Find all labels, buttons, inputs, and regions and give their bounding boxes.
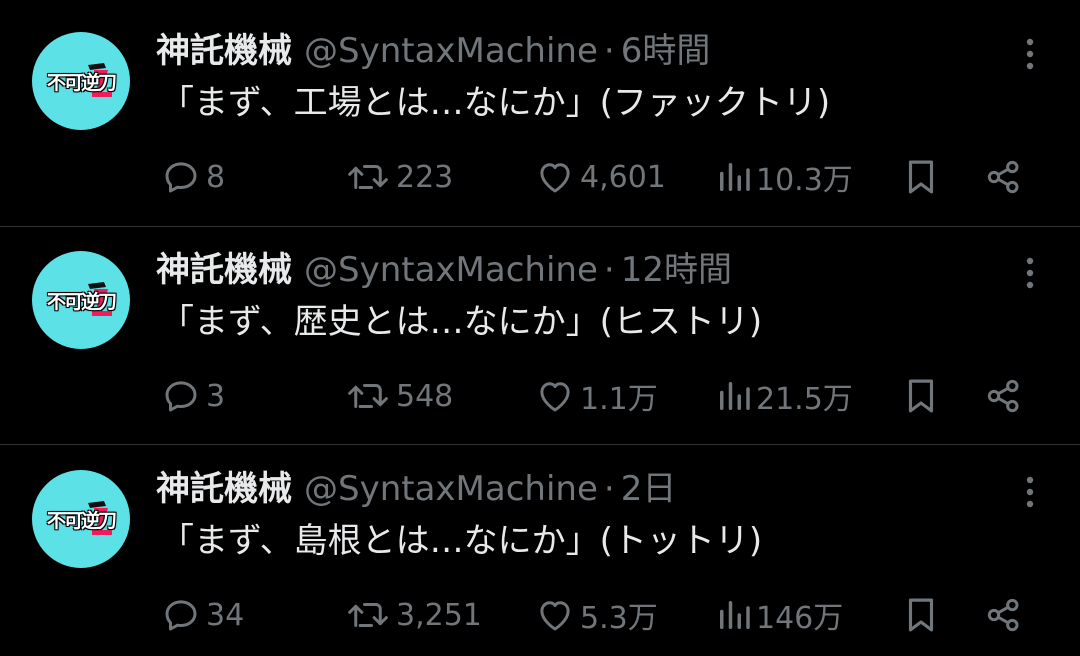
- retweet-arrows-icon: [348, 603, 388, 627]
- heart-icon: [540, 163, 570, 193]
- reply-count: 34: [206, 597, 245, 633]
- more-options-button[interactable]: [1014, 472, 1046, 512]
- reply-count: 8: [206, 159, 226, 195]
- tweet-actions: 3 548 1.1万 21.5万: [0, 369, 1080, 423]
- like-button[interactable]: 1.1万: [534, 369, 658, 423]
- retweet-count: 548: [396, 378, 454, 414]
- user-handle[interactable]: @SyntaxMachine: [304, 250, 598, 290]
- bar-chart-icon: [720, 382, 750, 410]
- like-button[interactable]: 5.3万: [534, 588, 658, 642]
- views-button[interactable]: 146万: [716, 588, 843, 642]
- more-options-button[interactable]: [1014, 34, 1046, 74]
- heart-icon: [540, 601, 570, 631]
- bookmark-button[interactable]: [902, 369, 940, 423]
- tweet-text: 「まず、工場とは…なにか」(ファックトリ): [160, 83, 831, 123]
- tweet[interactable]: 不可逆刀 神託機械 @SyntaxMachine · 2日 「まず、島根とは…なにか」…: [0, 438, 1080, 656]
- bookmark-icon: [908, 160, 934, 194]
- views-count: 10.3万: [756, 163, 853, 198]
- display-name[interactable]: 神託機械: [156, 250, 292, 290]
- retweet-count: 3,251: [396, 597, 482, 633]
- tweet-actions: 8 223 4,601 10.3万: [0, 150, 1080, 204]
- bar-chart-icon: [720, 601, 750, 629]
- vertical-ellipsis-icon: [1026, 257, 1034, 289]
- bookmark-button[interactable]: [902, 588, 940, 642]
- separator-dot: ·: [603, 250, 615, 290]
- like-count: 1.1万: [580, 382, 658, 417]
- share-button[interactable]: [984, 150, 1024, 204]
- tweet[interactable]: 不可逆刀 神託機械 @SyntaxMachine · 12時間 「まず、歴史とは…なに…: [0, 219, 1080, 437]
- bookmark-icon: [908, 598, 934, 632]
- reply-button[interactable]: 8: [160, 150, 225, 204]
- like-count: 5.3万: [580, 601, 658, 636]
- vertical-ellipsis-icon: [1026, 38, 1034, 70]
- tweet[interactable]: 不可逆刀 神託機械 @SyntaxMachine · 6時間 「まず、工場とは…なにか…: [0, 0, 1080, 218]
- tweet-feed: 不可逆刀 神託機械 @SyntaxMachine · 6時間 「まず、工場とは…なにか…: [0, 0, 1080, 652]
- views-count: 146万: [756, 601, 844, 636]
- retweet-button[interactable]: 548: [344, 369, 453, 423]
- avatar[interactable]: 不可逆刀: [32, 32, 130, 130]
- avatar[interactable]: 不可逆刀: [32, 470, 130, 568]
- share-button[interactable]: [984, 369, 1024, 423]
- like-button[interactable]: 4,601: [534, 150, 666, 204]
- share-button[interactable]: [984, 588, 1024, 642]
- like-count: 4,601: [580, 159, 666, 195]
- speech-bubble-icon: [165, 600, 197, 631]
- avatar-label: 不可逆刀: [46, 510, 117, 532]
- user-handle[interactable]: @SyntaxMachine: [304, 31, 598, 71]
- display-name[interactable]: 神託機械: [156, 31, 292, 71]
- share-icon: [987, 379, 1019, 413]
- views-button[interactable]: 21.5万: [716, 369, 853, 423]
- reply-button[interactable]: 34: [160, 588, 244, 642]
- display-name[interactable]: 神託機械: [156, 469, 292, 509]
- bar-chart-icon: [720, 163, 750, 191]
- bookmark-button[interactable]: [902, 150, 940, 204]
- timestamp[interactable]: 12時間: [621, 250, 732, 290]
- timestamp[interactable]: 2日: [621, 469, 677, 509]
- vertical-ellipsis-icon: [1026, 476, 1034, 508]
- views-count: 21.5万: [756, 382, 853, 417]
- speech-bubble-icon: [165, 381, 197, 412]
- tweet-header: 神託機械 @SyntaxMachine · 12時間: [156, 247, 732, 293]
- retweet-count: 223: [396, 159, 454, 195]
- separator-dot: ·: [603, 469, 615, 509]
- tweet-text: 「まず、歴史とは…なにか」(ヒストリ): [160, 302, 763, 342]
- more-options-button[interactable]: [1014, 253, 1046, 293]
- reply-button[interactable]: 3: [160, 369, 225, 423]
- retweet-button[interactable]: 223: [344, 150, 453, 204]
- heart-icon: [540, 382, 570, 412]
- share-icon: [987, 598, 1019, 632]
- user-handle[interactable]: @SyntaxMachine: [304, 469, 598, 509]
- separator-dot: ·: [603, 31, 615, 71]
- tweet-actions: 34 3,251 5.3万 146万: [0, 588, 1080, 642]
- speech-bubble-icon: [165, 162, 197, 193]
- tweet-header: 神託機械 @SyntaxMachine · 6時間: [156, 28, 710, 74]
- avatar-label: 不可逆刀: [46, 72, 117, 94]
- tweet-header: 神託機械 @SyntaxMachine · 2日: [156, 466, 676, 512]
- bookmark-icon: [908, 379, 934, 413]
- timestamp[interactable]: 6時間: [621, 31, 711, 71]
- views-button[interactable]: 10.3万: [716, 150, 853, 204]
- retweet-arrows-icon: [348, 165, 388, 189]
- retweet-button[interactable]: 3,251: [344, 588, 482, 642]
- avatar[interactable]: 不可逆刀: [32, 251, 130, 349]
- tweet-text: 「まず、島根とは…なにか」(トットリ): [160, 521, 763, 561]
- retweet-arrows-icon: [348, 384, 388, 408]
- share-icon: [987, 160, 1019, 194]
- avatar-label: 不可逆刀: [46, 291, 117, 313]
- reply-count: 3: [206, 378, 226, 414]
